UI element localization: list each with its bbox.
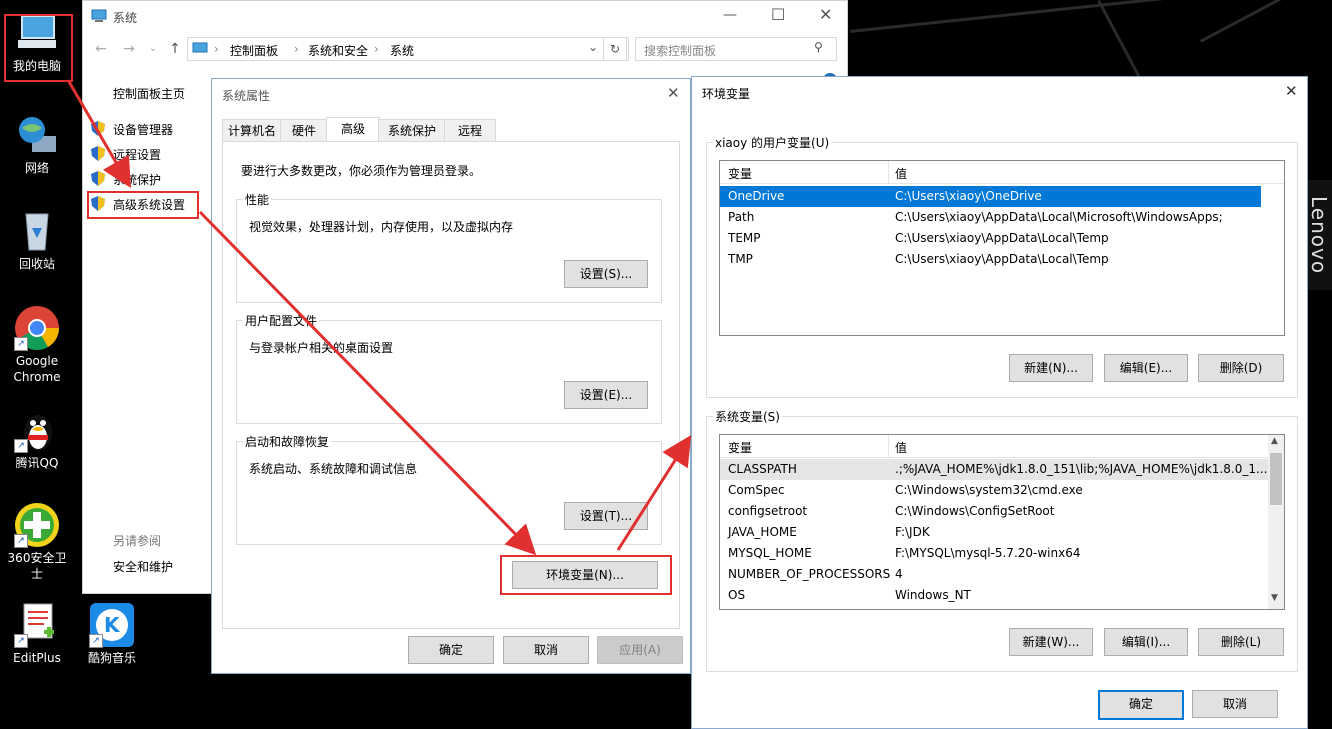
annotation-arrows — [66, 79, 692, 556]
arrow-to-advanced-settings — [66, 79, 132, 189]
arrow-to-env-button — [198, 210, 537, 556]
arrow-to-env-dialog — [616, 434, 692, 551]
